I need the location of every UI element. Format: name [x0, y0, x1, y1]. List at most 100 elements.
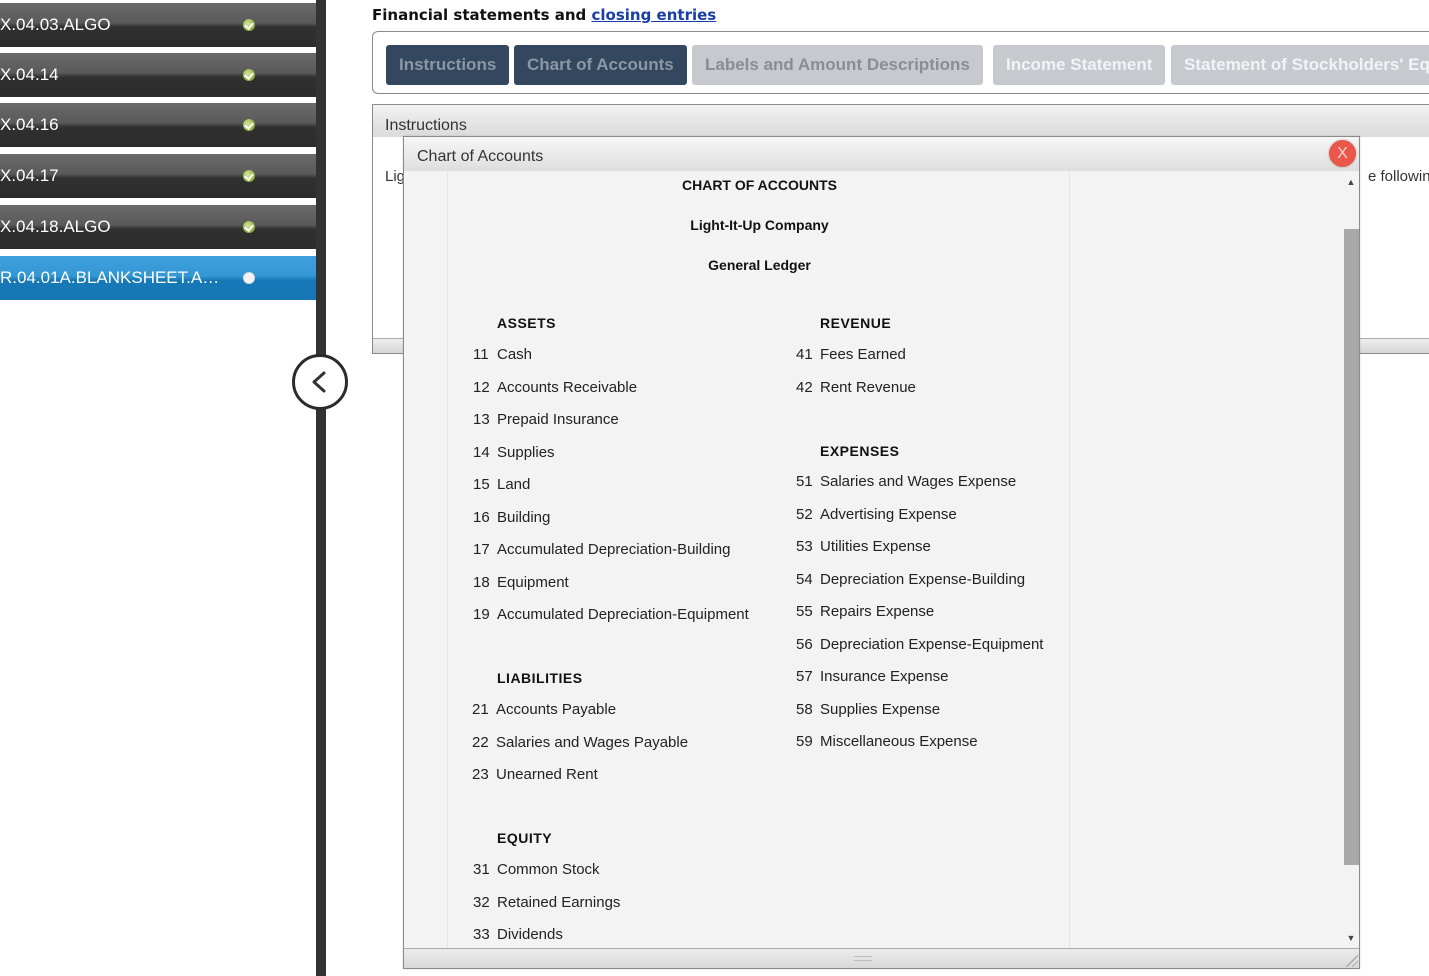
check-icon	[243, 69, 255, 81]
account-row: 17 Accumulated Depreciation-Building	[473, 541, 730, 558]
chart-of-accounts-document: CHART OF ACCOUNTS Light-It-Up Company Ge…	[447, 171, 1070, 949]
check-icon	[243, 119, 255, 131]
sidebar-item[interactable]: X.04.03.ALGO	[0, 3, 316, 47]
scroll-down-arrow-icon[interactable]: ▼	[1344, 931, 1358, 945]
sidebar-item[interactable]: X.04.14	[0, 53, 316, 97]
tab-statement-of-stockholders-equity[interactable]: Statement of Stockholders' Eq	[1171, 45, 1429, 85]
account-name: Retained Earnings	[497, 893, 621, 911]
account-name: Utilities Expense	[820, 538, 931, 555]
sidebar-item[interactable]: X.04.17	[0, 154, 316, 198]
company-name: Light-It-Up Company	[690, 217, 829, 233]
dialog-content: CHART OF ACCOUNTS Light-It-Up Company Ge…	[404, 171, 1359, 949]
resize-grip-icon[interactable]	[1344, 953, 1358, 967]
check-icon	[243, 19, 255, 31]
sidebar-item-label: X.04.14	[0, 65, 59, 84]
check-icon	[243, 221, 255, 233]
sidebar-item-label: X.04.16	[0, 115, 59, 134]
account-row: 54 Depreciation Expense-Building	[796, 571, 1025, 588]
sidebar-item-label: X.04.17	[0, 166, 59, 185]
account-number: 11	[473, 346, 489, 363]
instructions-text-continued: e following e	[1368, 168, 1429, 185]
check-icon	[243, 170, 255, 182]
sidebar-item-label: X.04.18.ALGO	[0, 217, 111, 236]
account-row: 51 Salaries and Wages Expense	[796, 473, 1016, 490]
account-number: 31	[473, 861, 490, 878]
account-number: 18	[473, 573, 490, 591]
tab-labels-and-amount-descriptions[interactable]: Labels and Amount Descriptions	[692, 45, 983, 85]
account-row: 32 Retained Earnings	[473, 894, 620, 911]
account-row: 33 Dividends	[473, 926, 563, 943]
account-name: Rent Revenue	[820, 378, 916, 396]
vertical-scrollbar[interactable]: ▲ ▼	[1342, 171, 1359, 949]
section-title-revenue: REVENUE	[820, 315, 892, 331]
account-row: 53 Utilities Expense	[796, 538, 931, 555]
account-number: 53	[796, 538, 813, 555]
tab-instructions[interactable]: Instructions	[386, 45, 510, 85]
account-row: 31 Common Stock	[473, 861, 600, 878]
assignment-sidebar: X.04.03.ALGO X.04.14 X.04.16 X.04.17 X.0…	[0, 0, 316, 976]
account-row: 19 Accumulated Depreciation-Equipment	[473, 606, 749, 623]
account-name: Accumulated Depreciation-Building	[497, 541, 731, 558]
section-title-liabilities: LIABILITIES	[497, 670, 583, 686]
close-button[interactable]: X	[1329, 140, 1356, 167]
ledger-title: General Ledger	[708, 257, 811, 273]
account-row: 11 Cash	[473, 346, 532, 363]
account-number: 32	[473, 893, 490, 911]
account-row: 18 Equipment	[473, 574, 569, 591]
account-number: 12	[473, 378, 490, 396]
scroll-up-arrow-icon[interactable]: ▲	[1344, 175, 1358, 189]
scrollbar-thumb[interactable]	[1344, 229, 1359, 865]
tab-chart-of-accounts[interactable]: Chart of Accounts	[514, 45, 687, 85]
account-row: 15 Land	[473, 476, 530, 493]
account-row: 16 Building	[473, 509, 550, 526]
sidebar-item-current[interactable]: R.04.01A.BLANKSHEET.A…	[0, 256, 316, 300]
tab-bar: Instructions Chart of Accounts Labels an…	[372, 31, 1429, 94]
account-name: Supplies	[497, 443, 555, 461]
account-number: 42	[796, 378, 813, 396]
account-name: Depreciation Expense-Building	[820, 570, 1026, 588]
account-name: Salaries and Wages Payable	[496, 733, 689, 751]
account-name: Land	[497, 476, 531, 493]
close-icon: X	[1337, 144, 1348, 162]
account-name: Salaries and Wages Expense	[820, 473, 1017, 490]
sidebar-divider	[316, 0, 326, 976]
account-number: 21	[472, 701, 489, 718]
dialog-header[interactable]: Chart of Accounts X	[404, 137, 1359, 171]
account-number: 59	[796, 733, 813, 750]
account-number: 56	[796, 635, 813, 653]
account-name: Depreciation Expense-Equipment	[820, 635, 1044, 653]
dialog-title: Chart of Accounts	[417, 148, 544, 165]
account-number: 58	[796, 700, 813, 718]
drag-handle-icon[interactable]	[854, 956, 872, 961]
tab-income-statement[interactable]: Income Statement	[993, 45, 1166, 85]
account-name: Fees Earned	[820, 346, 906, 363]
sidebar-item[interactable]: X.04.18.ALGO	[0, 205, 316, 249]
sidebar-item-label: R.04.01A.BLANKSHEET.A…	[0, 268, 220, 287]
dialog-footer	[404, 948, 1359, 968]
account-number: 14	[473, 443, 490, 461]
account-number: 57	[796, 668, 813, 685]
instructions-panel-title: Instructions	[373, 105, 1429, 137]
chart-of-accounts-dialog: Chart of Accounts X CHART OF ACCOUNTS Li…	[403, 136, 1360, 969]
account-name: Accounts Receivable	[497, 378, 638, 396]
account-row: 42 Rent Revenue	[796, 379, 916, 396]
account-number: 22	[472, 733, 489, 751]
account-row: 22 Salaries and Wages Payable	[472, 734, 688, 751]
account-row: 14 Supplies	[473, 444, 555, 461]
sidebar-item-label: X.04.03.ALGO	[0, 15, 111, 34]
account-row: 59 Miscellaneous Expense	[796, 733, 978, 750]
sidebar-item[interactable]: X.04.16	[0, 103, 316, 147]
account-name: Unearned Rent	[496, 766, 598, 783]
account-row: 56 Depreciation Expense-Equipment	[796, 636, 1043, 653]
collapse-sidebar-button[interactable]	[292, 354, 348, 410]
account-name: Common Stock	[497, 861, 600, 878]
document-heading: CHART OF ACCOUNTS	[681, 177, 838, 193]
closing-entries-link[interactable]: closing entries	[592, 6, 717, 24]
account-row: 57 Insurance Expense	[796, 668, 948, 685]
account-row: 52 Advertising Expense	[796, 506, 957, 523]
account-number: 41	[796, 346, 813, 363]
section-title-assets: ASSETS	[497, 315, 557, 331]
account-number: 51	[796, 473, 813, 490]
account-name: Cash	[497, 346, 533, 363]
account-name: Accounts Payable	[496, 701, 617, 718]
